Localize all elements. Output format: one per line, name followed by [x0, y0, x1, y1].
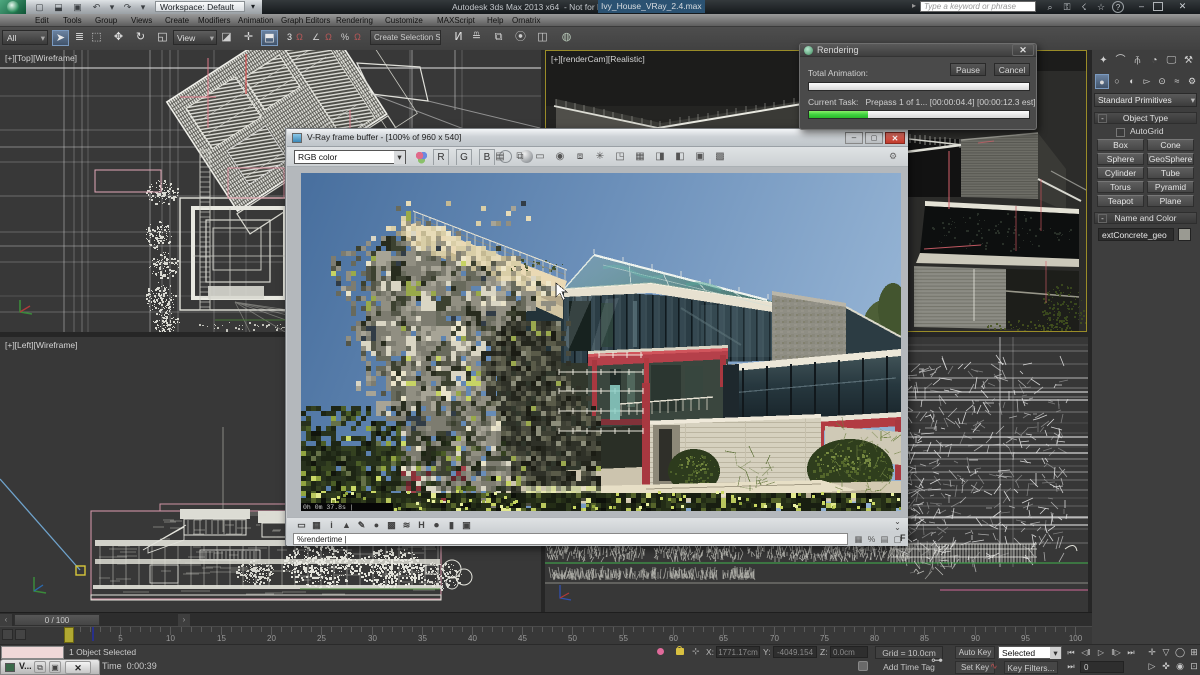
svg-text:[+][Top][Wireframe]: [+][Top][Wireframe]: [5, 53, 77, 63]
svg-text:[+][Left][Wireframe]: [+][Left][Wireframe]: [5, 340, 78, 350]
svg-text:[+][renderCam][Realistic]: [+][renderCam][Realistic]: [551, 54, 645, 64]
svg-text:0h 0m 37.8s |: 0h 0m 37.8s |: [303, 504, 354, 511]
